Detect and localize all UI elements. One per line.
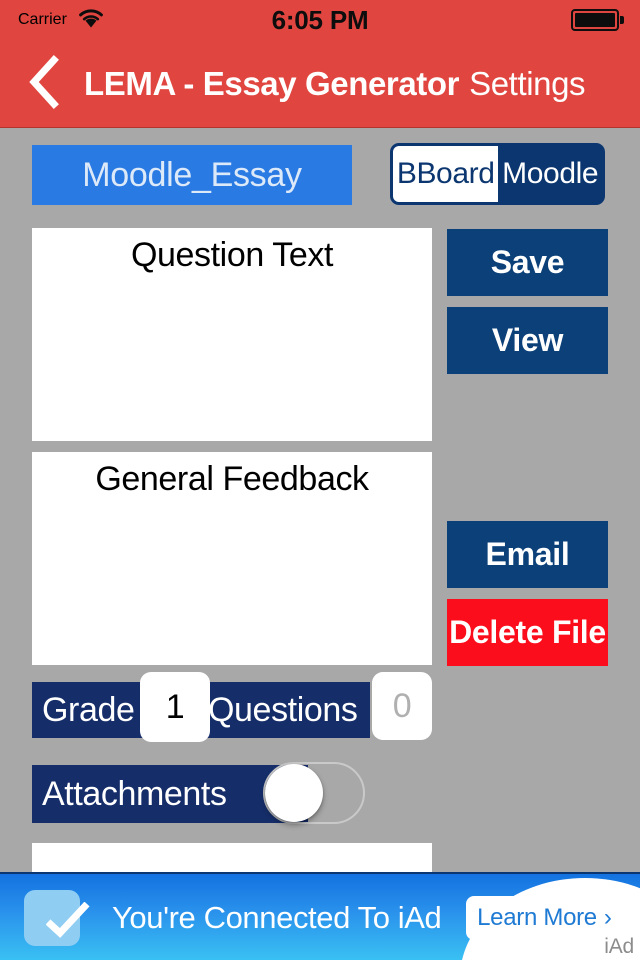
settings-form: Moodle_Essay BBoard Moodle Question Text… (0, 129, 640, 883)
nav-bar: LEMA - Essay Generator Settings (0, 40, 640, 128)
filename-input[interactable]: Moodle_Essay (32, 145, 352, 205)
delete-file-button[interactable]: Delete File (447, 599, 608, 666)
status-bar-clock: 6:05 PM (271, 4, 369, 35)
question-text-input[interactable]: Question Text (32, 228, 432, 441)
page-title: LEMA - Essay Generator (84, 65, 460, 102)
question-text-label: Question Text (130, 236, 334, 274)
status-bar: Carrier 6:05 PM (0, 0, 640, 40)
attachments-label: Attachments (42, 774, 227, 813)
ad-headline: You're Connected To iAd (112, 900, 442, 935)
checkmark-icon (24, 890, 90, 946)
questions-input[interactable]: 0 (372, 672, 432, 740)
platform-segmented-control[interactable]: BBoard Moodle (390, 143, 605, 205)
grade-input[interactable]: 1 (140, 672, 210, 742)
questions-label: Questions (208, 690, 358, 729)
email-button[interactable]: Email (447, 521, 608, 588)
segment-moodle[interactable]: Moodle (498, 146, 602, 202)
general-feedback-input[interactable]: General Feedback (32, 452, 432, 665)
save-button[interactable]: Save (447, 229, 608, 296)
general-feedback-label: General Feedback (95, 460, 369, 498)
filename-value: Moodle_Essay (82, 155, 302, 194)
learn-more-label: Learn More (477, 904, 597, 931)
back-button[interactable] (10, 40, 78, 128)
battery-full-icon (570, 9, 624, 31)
iad-attribution: iAd (604, 935, 634, 958)
chevron-right-icon: › (603, 904, 612, 931)
view-button[interactable]: View (447, 307, 608, 374)
segment-bboard[interactable]: BBoard (393, 146, 499, 202)
attachments-toggle-knob (265, 764, 323, 822)
nav-title-row: LEMA - Essay Generator Settings (84, 40, 632, 128)
attachments-toggle[interactable] (263, 762, 365, 824)
page-subtitle: Settings (469, 65, 586, 102)
grade-label: Grade (42, 690, 135, 729)
iad-banner[interactable]: You're Connected To iAd Learn More › iAd (0, 872, 640, 960)
learn-more-button[interactable]: Learn More › (466, 896, 623, 940)
chevron-left-icon (27, 54, 61, 114)
